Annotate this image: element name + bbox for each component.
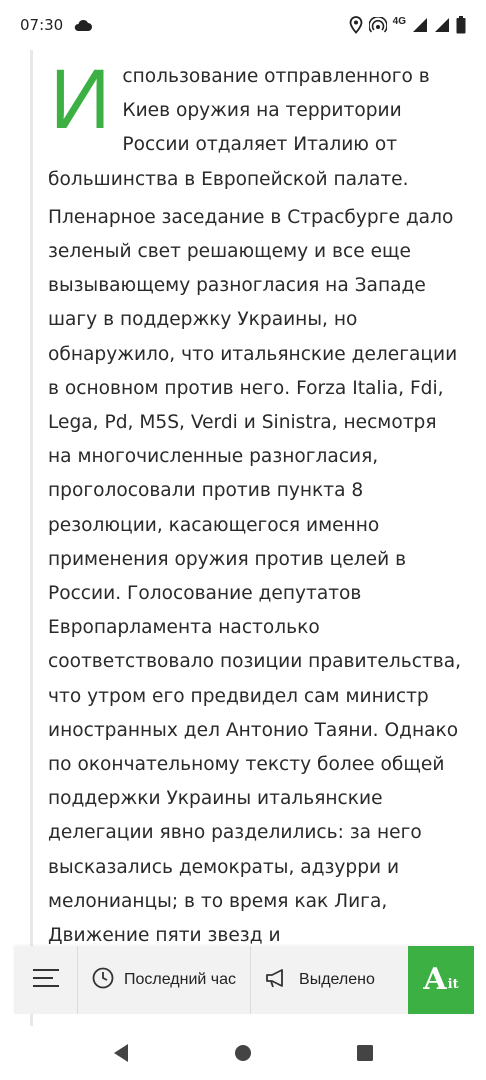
body-paragraph: Пленарное заседание в Страсбурге дало зе… bbox=[48, 206, 462, 947]
last-hour-button[interactable]: Последний час bbox=[78, 946, 252, 1014]
highlighted-button[interactable]: Выделено bbox=[251, 946, 389, 1014]
last-hour-label: Последний час bbox=[124, 971, 237, 988]
status-icons: 4G bbox=[349, 16, 466, 34]
location-icon bbox=[349, 16, 363, 34]
battery-icon bbox=[456, 16, 466, 34]
recents-icon bbox=[357, 1045, 373, 1061]
back-icon bbox=[114, 1044, 128, 1062]
status-time: 07:30 bbox=[20, 16, 64, 34]
signal-icon bbox=[412, 17, 428, 33]
network-type: 4G bbox=[392, 15, 406, 27]
home-button[interactable] bbox=[223, 1033, 263, 1073]
drop-cap: И bbox=[50, 52, 111, 146]
logo-suffix: it bbox=[447, 976, 459, 992]
signal-icon bbox=[434, 17, 450, 33]
cloud-icon bbox=[73, 18, 93, 32]
megaphone-icon bbox=[265, 968, 289, 993]
lead-paragraph: Использование отправленного в Киев оружи… bbox=[48, 52, 463, 197]
site-logo[interactable]: Ait bbox=[408, 946, 474, 1014]
home-icon bbox=[235, 1045, 251, 1061]
recents-button[interactable] bbox=[345, 1033, 385, 1073]
system-nav-bar bbox=[0, 1026, 486, 1080]
status-bar: 07:30 4G bbox=[0, 0, 486, 50]
back-button[interactable] bbox=[101, 1033, 141, 1073]
hamburger-icon bbox=[32, 968, 59, 993]
article-content: Использование отправленного в Киев оружи… bbox=[30, 50, 486, 1030]
menu-button[interactable] bbox=[14, 946, 78, 1014]
hotspot-icon bbox=[368, 17, 387, 33]
logo-text: A bbox=[423, 962, 447, 997]
highlighted-label: Выделено bbox=[299, 971, 375, 988]
bottom-toolbar: Последний час Выделено Ait bbox=[14, 946, 474, 1014]
clock-icon bbox=[92, 967, 114, 994]
